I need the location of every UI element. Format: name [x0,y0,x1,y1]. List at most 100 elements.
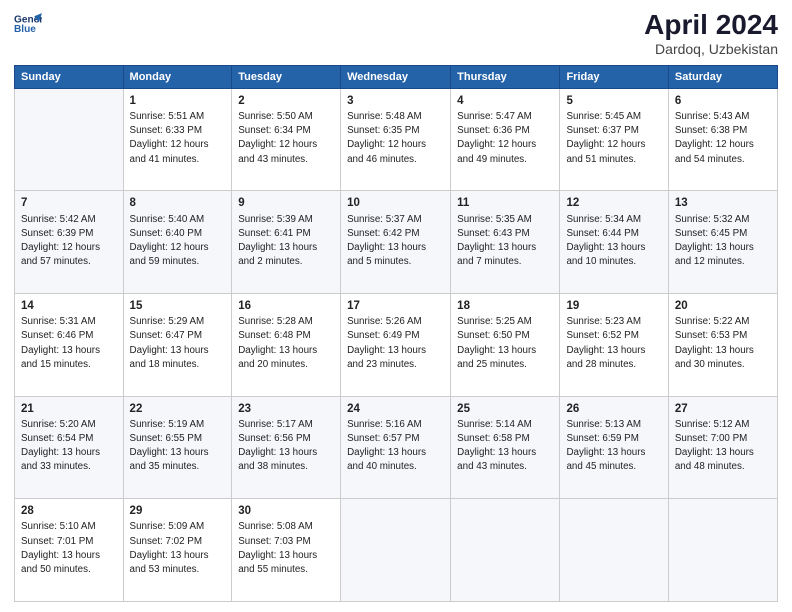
day-number: 28 [21,503,117,519]
day-info: Sunrise: 5:42 AMSunset: 6:39 PMDaylight:… [21,213,117,270]
day-cell: 7Sunrise: 5:42 AMSunset: 6:39 PMDaylight… [15,191,124,294]
day-cell: 14Sunrise: 5:31 AMSunset: 6:46 PMDayligh… [15,294,124,397]
header-row: SundayMondayTuesdayWednesdayThursdayFrid… [15,65,778,88]
day-cell: 25Sunrise: 5:14 AMSunset: 6:58 PMDayligh… [451,396,560,499]
day-info: Sunrise: 5:29 AMSunset: 6:47 PMDaylight:… [130,315,226,372]
day-number: 29 [130,503,226,519]
day-cell: 16Sunrise: 5:28 AMSunset: 6:48 PMDayligh… [232,294,341,397]
day-cell: 6Sunrise: 5:43 AMSunset: 6:38 PMDaylight… [668,88,777,191]
day-info: Sunrise: 5:34 AMSunset: 6:44 PMDaylight:… [566,213,661,270]
day-cell: 20Sunrise: 5:22 AMSunset: 6:53 PMDayligh… [668,294,777,397]
day-info: Sunrise: 5:12 AMSunset: 7:00 PMDaylight:… [675,418,771,475]
day-cell: 27Sunrise: 5:12 AMSunset: 7:00 PMDayligh… [668,396,777,499]
title-block: April 2024 Dardoq, Uzbekistan [644,10,778,57]
day-cell: 1Sunrise: 5:51 AMSunset: 6:33 PMDaylight… [123,88,232,191]
day-number: 13 [675,195,771,211]
day-number: 21 [21,401,117,417]
day-cell: 10 Sunrise: 5:37 AMSunset: 6:42 PMDayligh… [341,191,451,294]
day-number: 8 [130,195,226,211]
day-cell: 29Sunrise: 5:09 AMSunset: 7:02 PMDayligh… [123,499,232,602]
day-cell [341,499,451,602]
day-info: Sunrise: 5:32 AMSunset: 6:45 PMDaylight:… [675,213,771,270]
day-info: Sunrise: 5:17 AMSunset: 6:56 PMDaylight:… [238,418,334,475]
day-info: Sunrise: 5:43 AMSunset: 6:38 PMDaylight:… [675,110,771,167]
day-cell: 23Sunrise: 5:17 AMSunset: 6:56 PMDayligh… [232,396,341,499]
day-cell [668,499,777,602]
week-row-5: 28Sunrise: 5:10 AMSunset: 7:01 PMDayligh… [15,499,778,602]
day-cell: 24Sunrise: 5:16 AMSunset: 6:57 PMDayligh… [341,396,451,499]
day-info: Sunrise: 5:40 AMSunset: 6:40 PMDaylight:… [130,213,226,270]
calendar-table: SundayMondayTuesdayWednesdayThursdayFrid… [14,65,778,602]
day-number: 27 [675,401,771,417]
col-header-thursday: Thursday [451,65,560,88]
day-number: 22 [130,401,226,417]
day-number: 1 [130,93,226,109]
day-cell: 12 Sunrise: 5:34 AMSunset: 6:44 PMDayligh… [560,191,668,294]
day-info: Sunrise: 5:28 AMSunset: 6:48 PMDaylight:… [238,315,334,372]
day-info: Sunrise: 5:19 AMSunset: 6:55 PMDaylight:… [130,418,226,475]
day-cell: 26Sunrise: 5:13 AMSunset: 6:59 PMDayligh… [560,396,668,499]
day-number: 14 [21,298,117,314]
day-number: 10 [347,195,444,211]
day-number: 9 [238,195,334,211]
day-number: 4 [457,93,553,109]
day-cell: 11 Sunrise: 5:35 AMSunset: 6:43 PMDayligh… [451,191,560,294]
day-info: Sunrise: 5:37 AMSunset: 6:42 PMDaylight:… [347,213,444,270]
day-number: 3 [347,93,444,109]
col-header-monday: Monday [123,65,232,88]
day-cell: 30Sunrise: 5:08 AMSunset: 7:03 PMDayligh… [232,499,341,602]
day-number: 11 [457,195,553,211]
day-number: 12 [566,195,661,211]
day-number: 5 [566,93,661,109]
day-cell: 15Sunrise: 5:29 AMSunset: 6:47 PMDayligh… [123,294,232,397]
day-info: Sunrise: 5:22 AMSunset: 6:53 PMDaylight:… [675,315,771,372]
day-info: Sunrise: 5:35 AMSunset: 6:43 PMDaylight:… [457,213,553,270]
day-cell: 17Sunrise: 5:26 AMSunset: 6:49 PMDayligh… [341,294,451,397]
day-number: 25 [457,401,553,417]
day-cell: 28Sunrise: 5:10 AMSunset: 7:01 PMDayligh… [15,499,124,602]
day-cell: 21Sunrise: 5:20 AMSunset: 6:54 PMDayligh… [15,396,124,499]
day-cell: 9 Sunrise: 5:39 AMSunset: 6:41 PMDaylight… [232,191,341,294]
day-info: Sunrise: 5:45 AMSunset: 6:37 PMDaylight:… [566,110,661,167]
day-info: Sunrise: 5:14 AMSunset: 6:58 PMDaylight:… [457,418,553,475]
day-info: Sunrise: 5:25 AMSunset: 6:50 PMDaylight:… [457,315,553,372]
day-info: Sunrise: 5:10 AMSunset: 7:01 PMDaylight:… [21,520,117,577]
day-cell: 5Sunrise: 5:45 AMSunset: 6:37 PMDaylight… [560,88,668,191]
day-number: 15 [130,298,226,314]
day-cell: 22Sunrise: 5:19 AMSunset: 6:55 PMDayligh… [123,396,232,499]
day-cell [560,499,668,602]
day-cell [15,88,124,191]
main-title: April 2024 [644,10,778,41]
day-info: Sunrise: 5:50 AMSunset: 6:34 PMDaylight:… [238,110,334,167]
col-header-friday: Friday [560,65,668,88]
week-row-4: 21Sunrise: 5:20 AMSunset: 6:54 PMDayligh… [15,396,778,499]
day-cell: 8 Sunrise: 5:40 AMSunset: 6:40 PMDaylight… [123,191,232,294]
week-row-3: 14Sunrise: 5:31 AMSunset: 6:46 PMDayligh… [15,294,778,397]
day-info: Sunrise: 5:09 AMSunset: 7:02 PMDaylight:… [130,520,226,577]
col-header-wednesday: Wednesday [341,65,451,88]
week-row-2: 7Sunrise: 5:42 AMSunset: 6:39 PMDaylight… [15,191,778,294]
day-info: Sunrise: 5:51 AMSunset: 6:33 PMDaylight:… [130,110,226,167]
week-row-1: 1Sunrise: 5:51 AMSunset: 6:33 PMDaylight… [15,88,778,191]
col-header-saturday: Saturday [668,65,777,88]
day-info: Sunrise: 5:48 AMSunset: 6:35 PMDaylight:… [347,110,444,167]
day-cell: 3Sunrise: 5:48 AMSunset: 6:35 PMDaylight… [341,88,451,191]
day-cell: 2Sunrise: 5:50 AMSunset: 6:34 PMDaylight… [232,88,341,191]
day-number: 26 [566,401,661,417]
day-info: Sunrise: 5:20 AMSunset: 6:54 PMDaylight:… [21,418,117,475]
day-info: Sunrise: 5:39 AMSunset: 6:41 PMDaylight:… [238,213,334,270]
day-info: Sunrise: 5:47 AMSunset: 6:36 PMDaylight:… [457,110,553,167]
day-cell: 13 Sunrise: 5:32 AMSunset: 6:45 PMDayligh… [668,191,777,294]
day-cell: 4Sunrise: 5:47 AMSunset: 6:36 PMDaylight… [451,88,560,191]
col-header-sunday: Sunday [15,65,124,88]
logo: General Blue [14,10,42,38]
day-number: 16 [238,298,334,314]
day-info: Sunrise: 5:08 AMSunset: 7:03 PMDaylight:… [238,520,334,577]
header: General Blue April 2024 Dardoq, Uzbekist… [14,10,778,57]
svg-text:Blue: Blue [14,24,36,35]
day-number: 17 [347,298,444,314]
day-cell: 18Sunrise: 5:25 AMSunset: 6:50 PMDayligh… [451,294,560,397]
day-info: Sunrise: 5:23 AMSunset: 6:52 PMDaylight:… [566,315,661,372]
day-cell: 19Sunrise: 5:23 AMSunset: 6:52 PMDayligh… [560,294,668,397]
day-info: Sunrise: 5:16 AMSunset: 6:57 PMDaylight:… [347,418,444,475]
